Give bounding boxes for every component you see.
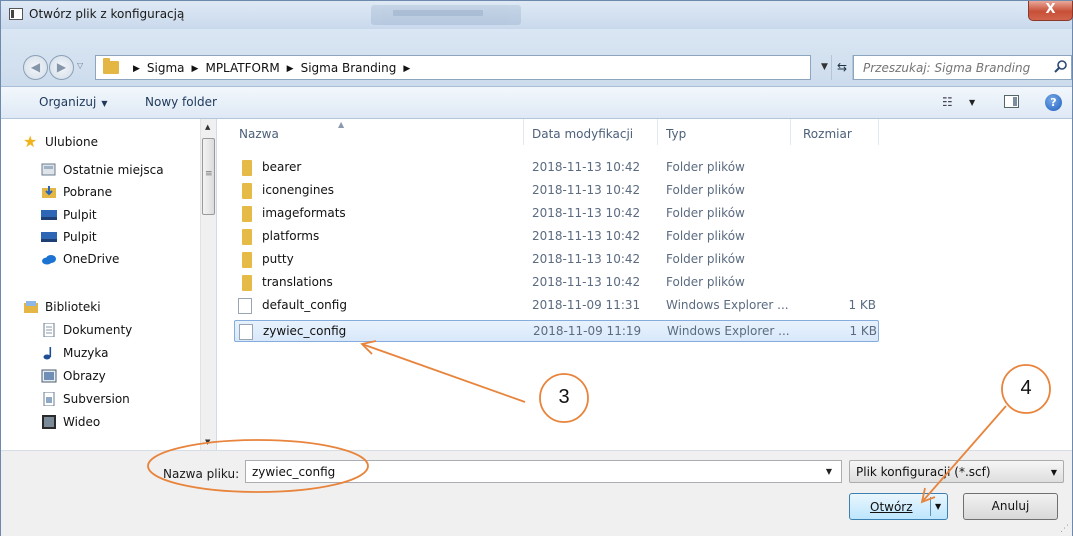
dialog-footer: Nazwa pliku: ▼ Plik konfiguracji (*.scf)… xyxy=(1,450,1072,536)
desktop-icon xyxy=(41,210,57,220)
help-icon[interactable]: ? xyxy=(1045,94,1062,111)
desktop-icon xyxy=(41,232,57,242)
file-row-selected[interactable]: zywiec_config 2018-11-09 11:19 Windows E… xyxy=(234,320,879,342)
resize-grip-icon[interactable]: ⋰ xyxy=(1060,524,1069,534)
chevron-down-icon[interactable]: ▼ xyxy=(826,467,832,476)
organize-menu-button[interactable]: Organizuj ▼ xyxy=(39,95,107,109)
scroll-down-arrow-icon[interactable]: ▼ xyxy=(205,438,210,446)
folder-icon xyxy=(103,58,119,74)
file-row[interactable]: iconengines 2018-11-13 10:42 Folder plik… xyxy=(234,180,879,202)
file-row[interactable]: platforms 2018-11-13 10:42 Folder plików xyxy=(234,226,879,248)
breadcrumb-chevron-icon[interactable]: ▶ xyxy=(133,64,140,74)
new-folder-button[interactable]: Nowy folder xyxy=(145,95,217,109)
breadcrumb-chevron-icon[interactable]: ▶ xyxy=(403,64,410,74)
file-type-value: Plik konfiguracji (*.scf) xyxy=(856,465,991,479)
file-icon xyxy=(238,298,252,314)
change-view-icon[interactable]: ☷ xyxy=(942,95,953,109)
folder-icon xyxy=(242,229,252,245)
breadcrumb-item[interactable]: Sigma Branding xyxy=(301,61,397,75)
back-button[interactable]: ◀ xyxy=(23,55,48,80)
organize-label: Organizuj xyxy=(39,95,97,109)
folder-icon xyxy=(242,206,252,222)
search-input[interactable] xyxy=(854,56,1044,79)
search-box[interactable] xyxy=(853,55,1072,80)
breadcrumb-chevron-icon[interactable]: ▶ xyxy=(192,64,199,74)
column-header-type[interactable]: Typ xyxy=(658,119,791,145)
forward-button[interactable]: ▶ xyxy=(49,55,74,80)
open-file-dialog: Otwórz plik z konfiguracją X ◀ ▶ ▽ ▶ Sigm… xyxy=(0,0,1073,536)
file-row[interactable]: bearer 2018-11-13 10:42 Folder plików xyxy=(234,157,879,179)
navigation-bar: ◀ ▶ ▽ ▶ Sigma ▶ MPLATFORM ▶ Sigma Branding ▶ ▼… xyxy=(1,29,1072,87)
file-list: Nazwa ▲ Data modyfikacji Typ Rozmiar bea… xyxy=(217,119,1072,450)
video-icon xyxy=(42,415,56,429)
preview-pane-icon[interactable] xyxy=(1004,95,1019,108)
recent-places-icon xyxy=(41,163,56,176)
window-icon xyxy=(9,8,23,20)
background-window-tab xyxy=(371,5,521,25)
file-icon xyxy=(239,324,253,340)
folder-icon xyxy=(242,183,252,199)
file-row[interactable]: default_config 2018-11-09 11:31 Windows … xyxy=(234,295,879,317)
music-icon xyxy=(43,347,52,360)
search-icon[interactable] xyxy=(1053,59,1069,75)
filename-label: Nazwa pliku: xyxy=(163,467,240,481)
star-icon: ★ xyxy=(23,132,38,151)
chevron-down-icon: ▼ xyxy=(1050,468,1057,477)
annotation-label-4: 4 xyxy=(1020,377,1032,399)
refresh-button[interactable]: ⇆ xyxy=(831,55,853,80)
filename-field[interactable] xyxy=(246,461,816,482)
column-header-name[interactable]: Nazwa ▲ xyxy=(234,119,524,145)
column-header-size[interactable]: Rozmiar xyxy=(791,119,879,145)
file-row[interactable]: putty 2018-11-13 10:42 Folder plików xyxy=(234,249,879,271)
scroll-up-arrow-icon[interactable]: ▲ xyxy=(205,123,210,131)
file-type-select[interactable]: Plik konfiguracji (*.scf) ▼ xyxy=(849,460,1064,483)
title-bar: Otwórz plik z konfiguracją X xyxy=(1,1,1073,29)
navigation-pane: ★ Ulubione Ostatnie miejsca Pobrane Pulp… xyxy=(1,119,216,450)
subversion-icon xyxy=(43,392,55,406)
filename-combobox[interactable]: ▼ xyxy=(245,460,842,483)
chevron-down-icon: ▼ xyxy=(101,99,108,108)
annotation-label-3: 3 xyxy=(558,386,570,408)
scrollbar-thumb[interactable] xyxy=(202,138,215,215)
breadcrumb-item[interactable]: Sigma xyxy=(147,61,185,75)
breadcrumb-item[interactable]: MPLATFORM xyxy=(205,61,279,75)
open-options-dropdown-icon[interactable]: ▼ xyxy=(935,502,941,511)
folder-icon xyxy=(242,160,252,176)
recent-locations-dropdown[interactable]: ▽ xyxy=(77,61,83,70)
column-header-date[interactable]: Data modyfikacji xyxy=(524,119,658,145)
breadcrumb: ▶ Sigma ▶ MPLATFORM ▶ Sigma Branding ▶ xyxy=(126,61,417,75)
close-button[interactable]: X xyxy=(1028,1,1073,21)
sort-ascending-icon: ▲ xyxy=(338,120,345,129)
address-dropdown-icon[interactable]: ▼ xyxy=(821,62,828,72)
cancel-button[interactable]: Anuluj xyxy=(963,493,1058,520)
pictures-icon xyxy=(41,369,57,383)
folder-icon xyxy=(242,252,252,268)
command-toolbar: Organizuj ▼ Nowy folder ☷ ▼ ? xyxy=(1,87,1072,119)
view-options-dropdown-icon[interactable]: ▼ xyxy=(969,98,975,107)
navigation-pane-scrollbar[interactable]: ▲ ▼ xyxy=(200,119,216,450)
libraries-icon xyxy=(24,301,38,313)
downloads-folder-icon xyxy=(42,186,56,198)
cloud-icon xyxy=(42,255,56,265)
address-bar[interactable]: ▶ Sigma ▶ MPLATFORM ▶ Sigma Branding ▶ xyxy=(95,55,811,80)
breadcrumb-chevron-icon[interactable]: ▶ xyxy=(287,64,294,74)
open-button[interactable]: Otwórz ▼ xyxy=(849,493,948,520)
folder-icon xyxy=(242,275,252,291)
file-row[interactable]: translations 2018-11-13 10:42 Folder pli… xyxy=(234,272,879,294)
window-title: Otwórz plik z konfiguracją xyxy=(29,7,185,21)
documents-icon xyxy=(43,323,55,337)
file-row[interactable]: imageformats 2018-11-13 10:42 Folder pli… xyxy=(234,203,879,225)
